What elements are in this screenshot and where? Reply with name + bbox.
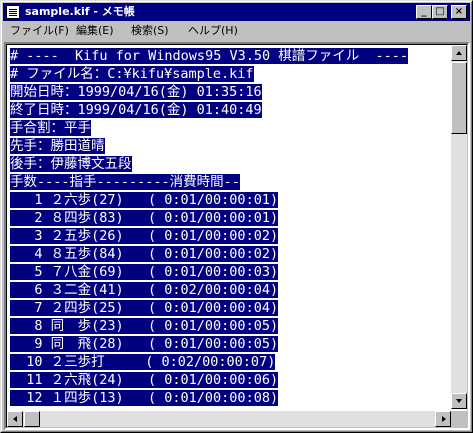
move-row: 5 ７八金(69) ( 0:01/00:00:03) <box>10 264 279 280</box>
arrow-down-icon <box>456 399 462 403</box>
text-editor[interactable]: # ---- Kifu for Windows95 V3.50 棋譜ファイル -… <box>8 46 452 408</box>
menu-bar: ファイル(F) 編集(E) 検索(S) ヘルプ(H) <box>3 22 470 41</box>
text-line: 開始日時：1999/04/16(金) 01:35:16 <box>10 84 262 100</box>
menu-edit[interactable]: 編集(E) <box>76 24 114 38</box>
move-row: 2 ８四歩(83) ( 0:01/00:00:01) <box>10 210 279 226</box>
arrow-right-icon <box>442 416 446 422</box>
horizontal-scrollbar[interactable] <box>7 411 451 427</box>
title-bar[interactable]: sample.kif - メモ帳 _ □ × <box>3 3 470 21</box>
text-line: 終了日時：1999/04/16(金) 01:40:49 <box>10 102 262 118</box>
move-row: 6 ３二金(41) ( 0:02/00:00:04) <box>10 282 279 298</box>
menu-search[interactable]: 検索(S) <box>131 24 169 38</box>
close-button[interactable]: × <box>451 5 467 19</box>
move-row: 7 ２四歩(25) ( 0:01/00:00:04) <box>10 300 279 316</box>
move-row: 4 ８五歩(84) ( 0:01/00:00:02) <box>10 246 279 262</box>
arrow-left-icon <box>13 416 17 422</box>
minimize-button[interactable]: _ <box>416 5 432 19</box>
move-row: 8 同 歩(23) ( 0:01/00:00:05) <box>10 318 279 334</box>
text-line: 手数----指手---------消費時間-- <box>10 174 240 190</box>
text-line: # ---- Kifu for Windows95 V3.50 棋譜ファイル -… <box>10 48 408 64</box>
notepad-window: sample.kif - メモ帳 _ □ × ファイル(F) 編集(E) 検索(… <box>0 0 473 433</box>
maximize-button[interactable]: □ <box>432 5 448 19</box>
notepad-icon[interactable] <box>6 5 20 19</box>
horizontal-scroll-thumb[interactable] <box>24 411 40 427</box>
move-row: 1 ２六歩(27) ( 0:01/00:00:01) <box>10 192 279 208</box>
scroll-down-button[interactable] <box>451 393 467 409</box>
window-title: sample.kif - メモ帳 <box>25 5 135 18</box>
move-row: 10 ２三歩打 ( 0:02/00:00:07) <box>10 354 276 370</box>
menu-help[interactable]: ヘルプ(H) <box>188 24 238 38</box>
text-line: 手合割：平手 <box>10 120 91 136</box>
vertical-scroll-thumb[interactable] <box>451 62 467 134</box>
scroll-left-button[interactable] <box>7 411 23 427</box>
move-row: 11 ２六飛(24) ( 0:01/00:00:06) <box>10 372 279 388</box>
scroll-up-button[interactable] <box>451 45 467 61</box>
move-row: 9 同 飛(28) ( 0:01/00:00:05) <box>10 336 279 352</box>
size-grip[interactable] <box>451 411 467 427</box>
arrow-up-icon <box>456 51 462 55</box>
move-row: 12 １四歩(13) ( 0:01/00:00:08) <box>10 390 279 406</box>
text-line: 後手：伊藤博文五段 <box>10 156 132 172</box>
client-area: # ---- Kifu for Windows95 V3.50 棋譜ファイル -… <box>4 42 470 430</box>
move-row: 3 ２五歩(26) ( 0:01/00:00:02) <box>10 228 279 244</box>
vertical-scrollbar[interactable] <box>451 45 467 409</box>
menu-file[interactable]: ファイル(F) <box>10 24 69 38</box>
scroll-right-button[interactable] <box>435 411 451 427</box>
text-line: # ファイル名：C:¥kifu¥sample.kif <box>10 66 254 82</box>
text-line: 先手：勝田道晴 <box>10 138 105 154</box>
